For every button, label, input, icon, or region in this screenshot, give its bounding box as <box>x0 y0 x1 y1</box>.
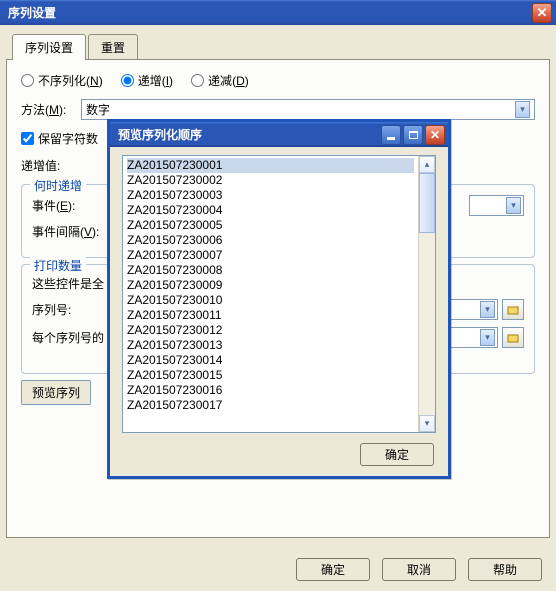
list-item[interactable]: ZA201507230015 <box>127 368 414 383</box>
each-dropdown[interactable]: ▾ <box>443 327 498 348</box>
maximize-icon[interactable] <box>403 125 423 145</box>
ok-button[interactable]: 确定 <box>296 558 370 581</box>
list-item[interactable]: ZA201507230002 <box>127 173 414 188</box>
close-icon[interactable]: ✕ <box>425 125 445 145</box>
when-legend: 何时递增 <box>30 177 86 194</box>
list-item[interactable]: ZA201507230003 <box>127 188 414 203</box>
preview-button[interactable]: 预览序列 <box>21 380 91 405</box>
preview-ok-button[interactable]: 确定 <box>360 443 434 466</box>
scroll-thumb[interactable] <box>419 173 435 233</box>
method-dropdown[interactable]: 数字 ▾ <box>81 99 535 120</box>
list-item[interactable]: ZA201507230017 <box>127 398 414 413</box>
list-item[interactable]: ZA201507230004 <box>127 203 414 218</box>
radio-no-serialize[interactable]: 不序列化(N) <box>21 72 103 89</box>
seq-dropdown[interactable]: ▾ <box>443 299 498 320</box>
list-item[interactable]: ZA201507230014 <box>127 353 414 368</box>
radio-decrement[interactable]: 递减(D) <box>191 72 249 89</box>
list-item[interactable]: ZA201507230006 <box>127 233 414 248</box>
interval-label: 事件间隔(V): <box>32 223 108 240</box>
preview-dialog: 预览序列化顺序 ✕ ZA201507230001ZA201507230002ZA… <box>107 119 451 479</box>
scroll-up-icon[interactable]: ▴ <box>419 156 435 173</box>
mode-radio-group: 不序列化(N) 递增(I) 递减(D) <box>21 72 535 89</box>
tab-strip: 序列设置 重置 <box>0 25 556 59</box>
main-titlebar[interactable]: 序列设置 ✕ <box>0 0 556 25</box>
tab-reset[interactable]: 重置 <box>88 34 138 60</box>
list-item[interactable]: ZA201507230011 <box>127 308 414 323</box>
list-item[interactable]: ZA201507230008 <box>127 263 414 278</box>
preview-listbox[interactable]: ZA201507230001ZA201507230002ZA2015072300… <box>122 155 436 433</box>
preserve-checkbox[interactable]: 保留字符数 <box>21 130 98 147</box>
event-dropdown[interactable]: ▾ <box>469 195 524 216</box>
help-button[interactable]: 帮助 <box>468 558 542 581</box>
dialog-footer: 确定 取消 帮助 <box>0 548 556 591</box>
list-item[interactable]: ZA201507230016 <box>127 383 414 398</box>
chevron-down-icon[interactable]: ▾ <box>480 329 495 346</box>
list-item[interactable]: ZA201507230009 <box>127 278 414 293</box>
event-label: 事件(E): <box>32 197 108 214</box>
tab-sequence[interactable]: 序列设置 <box>12 34 86 60</box>
minimize-icon[interactable] <box>381 125 401 145</box>
list-item[interactable]: ZA201507230001 <box>127 158 414 173</box>
qty-legend: 打印数量 <box>30 257 86 274</box>
gear-icon <box>506 303 520 317</box>
chevron-down-icon[interactable]: ▾ <box>515 101 530 118</box>
scrollbar[interactable]: ▴ ▾ <box>418 156 435 432</box>
gear-icon <box>506 331 520 345</box>
increment-label: 递增值: <box>21 157 81 174</box>
list-item[interactable]: ZA201507230005 <box>127 218 414 233</box>
close-icon[interactable]: ✕ <box>532 3 552 23</box>
window-title: 序列设置 <box>8 4 56 21</box>
list-item[interactable]: ZA201507230012 <box>127 323 414 338</box>
list-item[interactable]: ZA201507230007 <box>127 248 414 263</box>
list-item[interactable]: ZA201507230013 <box>127 338 414 353</box>
each-options-button[interactable] <box>502 327 524 348</box>
seq-label: 序列号: <box>32 301 108 318</box>
chevron-down-icon[interactable]: ▾ <box>480 301 495 318</box>
method-label: 方法(M): <box>21 101 81 118</box>
radio-increment[interactable]: 递增(I) <box>121 72 173 89</box>
seq-options-button[interactable] <box>502 299 524 320</box>
method-row: 方法(M): 数字 ▾ <box>21 99 535 120</box>
list-item[interactable]: ZA201507230010 <box>127 293 414 308</box>
cancel-button[interactable]: 取消 <box>382 558 456 581</box>
scroll-down-icon[interactable]: ▾ <box>419 415 435 432</box>
chevron-down-icon[interactable]: ▾ <box>506 197 521 214</box>
preview-title-text: 预览序列化顺序 <box>118 126 202 143</box>
preview-titlebar[interactable]: 预览序列化顺序 ✕ <box>110 122 448 147</box>
